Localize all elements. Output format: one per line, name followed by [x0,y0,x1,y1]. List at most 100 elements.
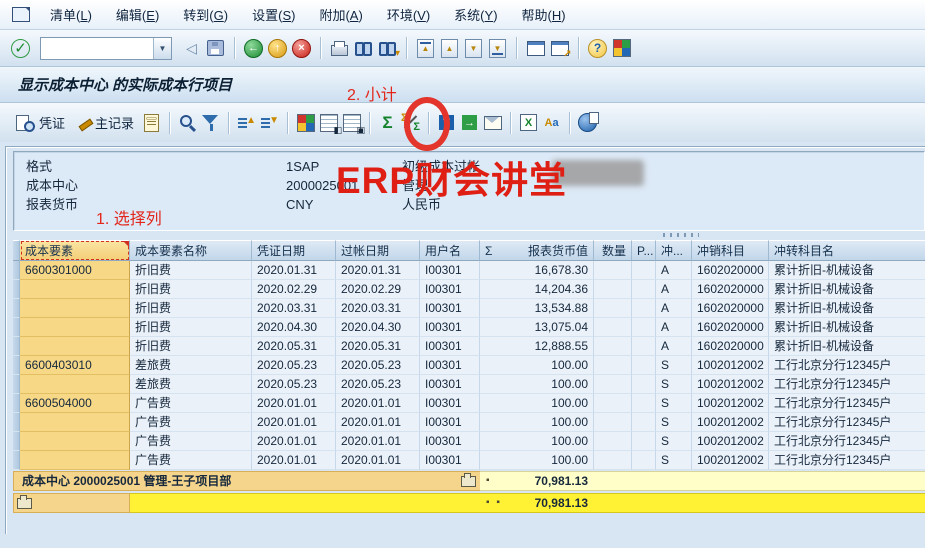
row-selector[interactable] [13,375,20,394]
document-button[interactable]: 凭证 [10,111,70,134]
command-input[interactable] [41,39,153,58]
help-button[interactable]: ? [587,38,608,59]
toolbar-separator [369,112,370,134]
filter-button[interactable] [200,112,221,133]
column-header-report-currency-value[interactable]: Σ报表货币值 [480,240,594,261]
subtotal-label: 成本中心 2000025001 管理-王子项目部 [22,471,231,491]
row-selector[interactable] [13,432,20,451]
cell-cost-element [20,451,130,470]
table-row[interactable]: 折旧费 2020.03.31 2020.03.31 I00301 13,534.… [13,299,925,318]
abc-analysis-button[interactable]: Aa [541,112,562,133]
cell-quantity [594,280,632,299]
first-page-button[interactable]: ▲ [415,38,436,59]
cell-doc-date: 2020.05.23 [252,356,336,375]
column-header-posting-date[interactable]: 过帐日期 [336,240,420,261]
row-selector[interactable] [13,356,20,375]
print-button[interactable] [329,38,350,59]
find-next-button[interactable]: ▾ [377,38,398,59]
local-file-button[interactable]: → [459,112,480,133]
table-row[interactable]: 6600504000 广告费 2020.01.01 2020.01.01 I00… [13,394,925,413]
row-selector[interactable] [13,280,20,299]
lead-column-header[interactable] [13,240,20,261]
total-button[interactable]: Σ [377,112,398,133]
last-page-button[interactable]: ▼ [487,38,508,59]
column-grip[interactable] [663,233,699,237]
column-header-p[interactable]: P... [632,240,656,261]
table-row[interactable]: 折旧费 2020.02.29 2020.02.29 I00301 14,204.… [13,280,925,299]
table-row[interactable]: 折旧费 2020.04.30 2020.04.30 I00301 13,075.… [13,318,925,337]
drilldown-icon[interactable] [17,498,32,509]
choose-layout-button[interactable]: ◧ [318,112,339,133]
column-header-quantity[interactable]: 数量 [594,240,632,261]
total-level-marker: ▪ ▪ [486,493,502,513]
cell-doc-date: 2020.01.01 [252,413,336,432]
subtotal-value: 70,981.13 [535,471,588,491]
new-session-button[interactable] [525,38,546,59]
table-row[interactable]: 差旅费 2020.05.23 2020.05.23 I00301 100.00 … [13,375,925,394]
table-row[interactable]: 广告费 2020.01.01 2020.01.01 I00301 100.00 … [13,451,925,470]
column-header-cost-element-name[interactable]: 成本要素名称 [130,240,252,261]
table-row[interactable]: 6600301000 折旧费 2020.01.31 2020.01.31 I00… [13,261,925,280]
table-row[interactable]: 6600403010 差旅费 2020.05.23 2020.05.23 I00… [13,356,925,375]
first-page-icon: ▲ [417,39,434,58]
send-button[interactable] [482,112,503,133]
row-selector[interactable] [13,337,20,356]
menu-item[interactable]: 附加(A) [307,5,374,24]
command-dropdown-button[interactable]: ▼ [153,38,171,59]
cell-doc-date: 2020.03.31 [252,299,336,318]
menu-item[interactable]: 清单(L) [38,5,104,24]
cell-offset-account: 1602020000 [692,318,769,337]
cancel-button[interactable]: × [291,38,312,59]
row-selector[interactable] [13,261,20,280]
menu-item[interactable]: 系统(Y) [442,5,509,24]
search-button[interactable] [177,112,198,133]
menu-bar: 清单(L)编辑(E)转到(G)设置(S)附加(A)环境(V)系统(Y)帮助(H) [0,0,925,30]
master-record-button[interactable]: 主记录 [72,111,139,134]
cell-cost-element-name: 广告费 [130,432,252,451]
menu-item[interactable]: 编辑(E) [104,5,171,24]
column-header-doc-date[interactable]: 凭证日期 [252,240,336,261]
log-button[interactable] [141,112,162,133]
create-shortcut-button[interactable] [549,38,570,59]
column-header-cost-element[interactable]: 成本要素 [20,240,130,261]
find-button[interactable] [353,38,374,59]
menu-item[interactable]: 帮助(H) [510,5,578,24]
menu-item[interactable]: 设置(S) [240,5,307,24]
save-layout-button[interactable]: ▣ [341,112,362,133]
back-button[interactable]: ◁ [181,38,202,59]
row-selector[interactable] [13,318,20,337]
graphics-button[interactable] [577,112,598,133]
menu-item[interactable]: 环境(V) [375,5,442,24]
cell-cost-element [20,318,130,337]
table-row[interactable]: 广告费 2020.01.01 2020.01.01 I00301 100.00 … [13,413,925,432]
last-page-icon: ▼ [489,39,506,58]
spreadsheet-button[interactable]: X [518,112,539,133]
previous-page-button[interactable]: ▲ [439,38,460,59]
column-header-reversal[interactable]: 冲... [656,240,692,261]
current-layout-button[interactable] [295,112,316,133]
row-selector[interactable] [13,299,20,318]
row-selector[interactable] [13,413,20,432]
cell-posting-date: 2020.05.23 [336,356,420,375]
exit-button[interactable]: ↑ [267,38,288,59]
cell-cost-element-name: 折旧费 [130,318,252,337]
drilldown-icon[interactable] [461,476,476,487]
nav-back-button[interactable]: ← [243,38,264,59]
customize-layout-button[interactable] [611,38,632,59]
sort-descending-button[interactable]: ▼ [259,112,280,133]
sort-ascending-button[interactable]: ▲ [236,112,257,133]
table-row[interactable]: 广告费 2020.01.01 2020.01.01 I00301 100.00 … [13,432,925,451]
enter-button[interactable]: ✓ [10,38,31,59]
row-selector[interactable] [13,451,20,470]
cell-posting-date: 2020.03.31 [336,299,420,318]
row-selector[interactable] [13,394,20,413]
table-row[interactable]: 折旧费 2020.05.31 2020.05.31 I00301 12,888.… [13,337,925,356]
column-header-offset-account-name[interactable]: 冲转科目名 [769,240,925,261]
subtotal-filler [594,471,925,491]
sort-down-arrow-icon: ▼ [269,115,279,126]
column-header-user[interactable]: 用户名 [420,240,480,261]
save-button[interactable] [205,38,226,59]
next-page-button[interactable]: ▼ [463,38,484,59]
menu-item[interactable]: 转到(G) [171,5,240,24]
column-header-offset-account[interactable]: 冲销科目 [692,240,769,261]
